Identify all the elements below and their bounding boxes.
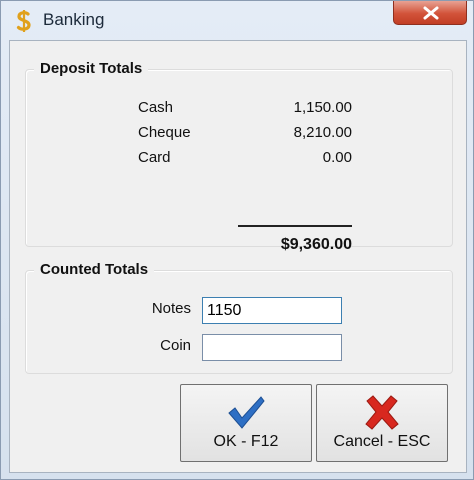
banking-dialog: Banking Deposit Totals Cash 1,150.00 Che…	[0, 0, 474, 480]
notes-label: Notes	[151, 300, 191, 317]
cross-icon	[365, 395, 399, 430]
close-button[interactable]	[393, 1, 467, 25]
deposit-totals-heading: Deposit Totals	[34, 60, 149, 77]
checkmark-icon	[228, 396, 265, 429]
cash-value: 1,150.00	[293, 99, 352, 116]
deposit-total-value: $9,360.00	[280, 236, 352, 253]
title-bar[interactable]: Banking	[1, 1, 473, 39]
coin-label: Coin	[160, 337, 191, 354]
counted-totals-group: Counted Totals Notes Coin	[25, 261, 453, 374]
card-value: 0.00	[322, 149, 352, 166]
close-icon	[423, 6, 439, 20]
deposit-totals-group: Deposit Totals Cash 1,150.00 Cheque 8,21…	[25, 60, 453, 253]
cheque-value: 8,210.00	[293, 124, 352, 141]
cash-label: Cash	[138, 99, 174, 116]
card-label: Card	[138, 149, 171, 166]
dollar-sign-icon	[16, 10, 31, 32]
notes-input[interactable]	[202, 297, 342, 324]
ok-button[interactable]: OK - F12	[180, 384, 312, 462]
coin-input[interactable]	[202, 334, 342, 361]
cheque-label: Cheque	[138, 124, 191, 141]
ok-button-label: OK - F12	[213, 433, 279, 450]
cancel-button-label: Cancel - ESC	[333, 433, 431, 450]
dialog-content: Deposit Totals Cash 1,150.00 Cheque 8,21…	[9, 40, 467, 473]
total-divider	[238, 225, 352, 227]
cancel-button[interactable]: Cancel - ESC	[316, 384, 448, 462]
window-title: Banking	[43, 10, 105, 29]
counted-totals-heading: Counted Totals	[34, 261, 155, 278]
